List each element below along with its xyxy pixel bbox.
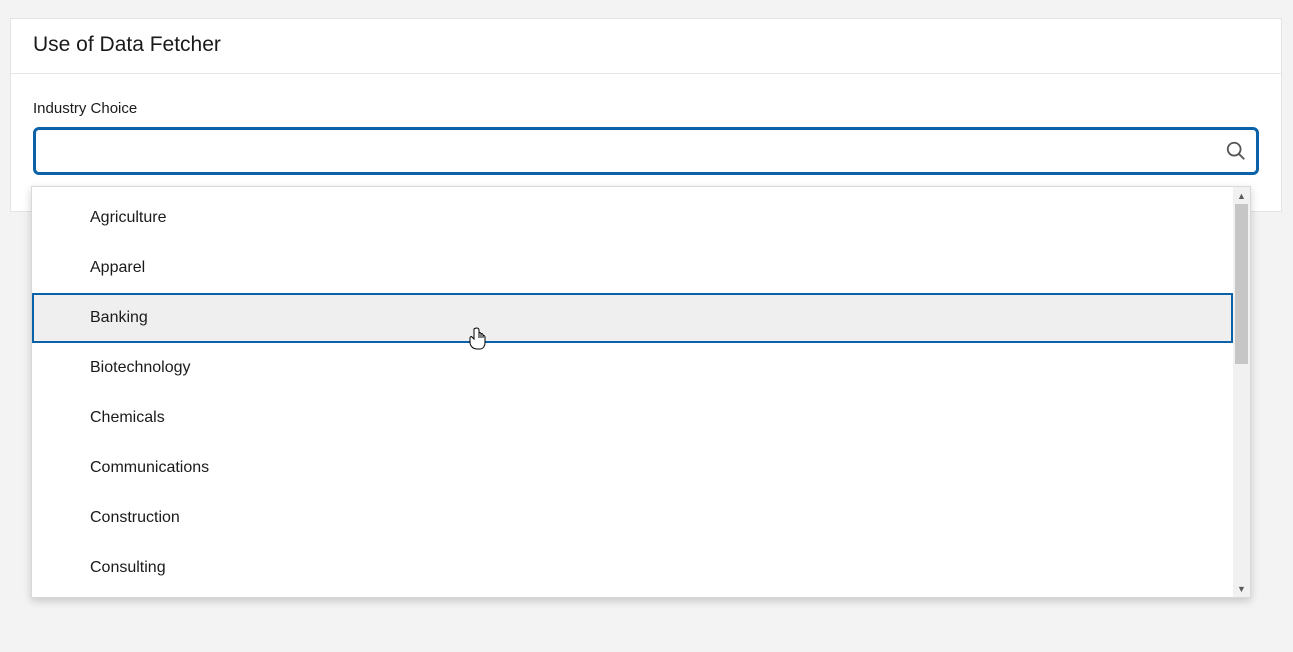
scroll-thumb[interactable]: [1235, 204, 1248, 364]
dropdown-item-label: Communications: [90, 459, 209, 477]
industry-choice-dropdown: Agriculture Apparel Banking Biotechnology Ch…: [31, 186, 1251, 598]
dropdown-item-label: Consulting: [90, 559, 166, 577]
card-header: Use of Data Fetcher: [11, 19, 1281, 74]
industry-choice-input[interactable]: [33, 127, 1259, 175]
dropdown-item-label: Banking: [90, 309, 148, 327]
scroll-down-arrow-icon[interactable]: ▼: [1233, 580, 1250, 597]
dropdown-item-consulting[interactable]: Consulting: [32, 543, 1233, 593]
industry-choice-lookup: [33, 127, 1259, 175]
dropdown-item-label: Biotechnology: [90, 359, 191, 377]
dropdown-list: Agriculture Apparel Banking Biotechnology Ch…: [32, 187, 1233, 597]
scroll-up-arrow-icon[interactable]: ▲: [1233, 187, 1250, 204]
industry-choice-label: Industry Choice: [33, 100, 1259, 117]
dropdown-item-banking[interactable]: Banking: [32, 293, 1233, 343]
dropdown-item-construction[interactable]: Construction: [32, 493, 1233, 543]
card-title: Use of Data Fetcher: [33, 33, 1259, 57]
dropdown-item-communications[interactable]: Communications: [32, 443, 1233, 493]
dropdown-item-label: Chemicals: [90, 409, 165, 427]
search-icon[interactable]: [1223, 138, 1249, 164]
dropdown-item-label: Construction: [90, 509, 180, 527]
dropdown-item-apparel[interactable]: Apparel: [32, 243, 1233, 293]
dropdown-item-agriculture[interactable]: Agriculture: [32, 193, 1233, 243]
data-fetcher-card: Use of Data Fetcher Industry Choice: [10, 18, 1282, 212]
dropdown-item-biotechnology[interactable]: Biotechnology: [32, 343, 1233, 393]
dropdown-scrollbar[interactable]: ▲ ▼: [1233, 187, 1250, 597]
dropdown-item-chemicals[interactable]: Chemicals: [32, 393, 1233, 443]
dropdown-item-label: Agriculture: [90, 209, 166, 227]
dropdown-item-label: Apparel: [90, 259, 145, 277]
